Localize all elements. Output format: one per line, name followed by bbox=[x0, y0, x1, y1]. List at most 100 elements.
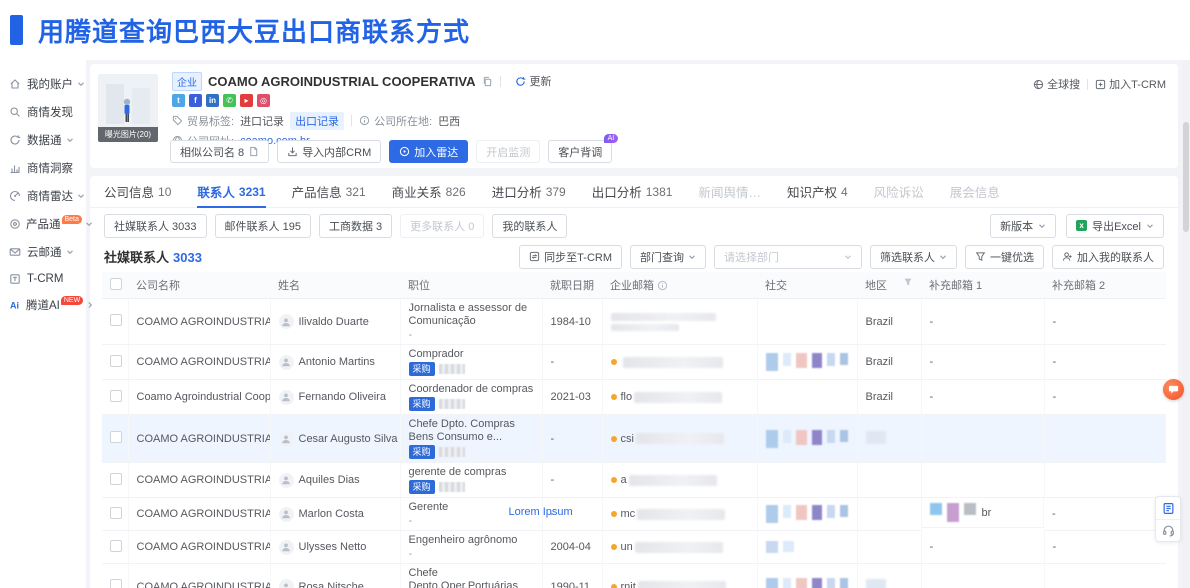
table-row: COAMO AGROINDUSTRIAL COOPERAT...Marlon C… bbox=[102, 498, 1166, 531]
dept-select[interactable]: 请选择部门 bbox=[714, 245, 862, 269]
scrollbar-track[interactable] bbox=[1182, 60, 1190, 588]
social-cell bbox=[757, 463, 857, 498]
tab-lawsuits: 风险诉讼 bbox=[874, 176, 924, 208]
filter-chip-business-data[interactable]: 工商数据 3 bbox=[319, 214, 392, 238]
sidebar-item-biz-insight[interactable]: 商情洞察 bbox=[0, 154, 86, 182]
tab-ip[interactable]: 知识产权4 bbox=[787, 176, 848, 208]
twitter-icon[interactable]: t bbox=[172, 94, 185, 107]
row-checkbox[interactable] bbox=[110, 431, 122, 443]
dept-tag: 采购 bbox=[409, 445, 435, 459]
sidebar-item-product-link[interactable]: 产品通Beta bbox=[0, 210, 86, 238]
filter-chip-email-contacts[interactable]: 邮件联系人 195 bbox=[215, 214, 311, 238]
global-search-button[interactable]: 全球搜 bbox=[1033, 76, 1080, 92]
crm-icon bbox=[9, 272, 22, 285]
email-cell-td bbox=[602, 345, 757, 380]
blurred-email bbox=[635, 542, 723, 553]
similar-company-button[interactable]: 相似公司名 8 bbox=[170, 140, 269, 163]
tag-icon bbox=[172, 115, 183, 126]
social-cell bbox=[757, 415, 857, 463]
linkedin-icon[interactable]: in bbox=[206, 94, 219, 107]
one-click-select-button[interactable]: 一键优选 bbox=[965, 245, 1044, 269]
tab-label: 商业关系 bbox=[392, 182, 442, 201]
add-tcrm-button[interactable]: 加入T-CRM bbox=[1095, 76, 1166, 92]
row-checkbox[interactable] bbox=[110, 507, 122, 519]
blurred-social-icons bbox=[766, 353, 849, 371]
position-cell: Comprador采购 bbox=[400, 345, 542, 380]
tab-import-analysis[interactable]: 进口分析379 bbox=[492, 176, 566, 208]
sidebar-item-my-account[interactable]: 我的账户 bbox=[0, 70, 86, 98]
email-cell-td: a bbox=[602, 463, 757, 498]
row-checkbox[interactable] bbox=[110, 390, 122, 402]
instagram-icon[interactable]: ◎ bbox=[257, 94, 270, 107]
facebook-icon[interactable]: f bbox=[189, 94, 202, 107]
trade-label-export[interactable]: 出口记录 bbox=[290, 112, 344, 130]
filter-contacts-button[interactable]: 筛选联系人 bbox=[870, 245, 957, 269]
row-checkbox[interactable] bbox=[110, 540, 122, 552]
row-select-cell bbox=[102, 498, 128, 531]
sidebar-item-tendata-ai[interactable]: Ai腾道AINEW bbox=[0, 291, 86, 319]
filter-funnel-icon[interactable] bbox=[903, 277, 913, 290]
filter-chip-social-contacts[interactable]: 社媒联系人 3033 bbox=[104, 214, 207, 238]
trade-label-import[interactable]: 进口记录 bbox=[240, 113, 284, 129]
row-checkbox[interactable] bbox=[110, 355, 122, 367]
sidebar-item-label: 商情洞察 bbox=[27, 160, 73, 176]
email-status-dot bbox=[611, 477, 617, 483]
position-cell: Chefe Depto.Oper.Portuárias- bbox=[400, 564, 542, 588]
blurred-tag bbox=[439, 364, 465, 374]
feedback-button[interactable] bbox=[1156, 497, 1180, 519]
tab-bar: 公司信息10 联系人3231 产品信息321 商业关系826 进口分析379 出口分析13… bbox=[90, 176, 1178, 208]
hire-date-cell: - bbox=[542, 463, 602, 498]
row-checkbox[interactable] bbox=[110, 473, 122, 485]
column-header-label: 就职日期 bbox=[550, 280, 594, 292]
filter-chip-my-contacts[interactable]: 我的联系人 bbox=[492, 214, 567, 238]
company-info: 企业 COAMO AGROINDUSTRIAL COOPERATIVA 更新 t… bbox=[172, 72, 1168, 148]
company-photo[interactable]: 曝光图片(20) bbox=[98, 74, 158, 142]
refresh-icon[interactable] bbox=[515, 76, 526, 87]
row-checkbox[interactable] bbox=[110, 579, 122, 588]
chevron-down-icon bbox=[85, 220, 93, 228]
youtube-icon[interactable]: ▸ bbox=[240, 94, 253, 107]
tab-export-analysis[interactable]: 出口分析1381 bbox=[592, 176, 673, 208]
import-crm-button[interactable]: 导入内部CRM bbox=[277, 140, 381, 163]
title-accent-bar bbox=[10, 15, 23, 45]
email-status-dot bbox=[611, 511, 617, 517]
add-radar-button[interactable]: 加入雷达 bbox=[389, 140, 468, 163]
row-checkbox[interactable] bbox=[110, 314, 122, 326]
tab-contacts[interactable]: 联系人3231 bbox=[197, 176, 265, 208]
sync-tcrm-button[interactable]: 同步至T-CRM bbox=[519, 245, 622, 269]
dept-query-button[interactable]: 部门查询 bbox=[630, 245, 706, 269]
watermark-text: Lorem Ipsum bbox=[509, 506, 573, 518]
select-all-checkbox[interactable] bbox=[110, 278, 122, 290]
customer-service-button[interactable] bbox=[1156, 519, 1180, 541]
tab-company-info[interactable]: 公司信息10 bbox=[104, 176, 171, 208]
sidebar-item-t-crm[interactable]: T-CRM bbox=[0, 266, 86, 291]
floating-chat-button[interactable] bbox=[1163, 379, 1184, 400]
blurred-email bbox=[611, 313, 716, 331]
table-row: COAMO AGROINDUSTRIAL COOPERAT...Antonio … bbox=[102, 345, 1166, 380]
radar-dot-icon bbox=[399, 146, 410, 157]
blurred-social-icons bbox=[766, 541, 849, 553]
tab-products[interactable]: 产品信息321 bbox=[292, 176, 366, 208]
scrollbar-thumb[interactable] bbox=[1183, 122, 1189, 232]
refresh-label[interactable]: 更新 bbox=[529, 73, 551, 89]
chevron-down-icon bbox=[939, 253, 947, 261]
whatsapp-icon[interactable]: ✆ bbox=[223, 94, 236, 107]
position-title: Coordenador de compras bbox=[409, 383, 534, 396]
start-monitor-button: 开启监测 bbox=[476, 140, 540, 163]
sidebar-item-data-link[interactable]: 数据通 bbox=[0, 126, 86, 154]
email-prefix: csi bbox=[621, 433, 634, 445]
add-my-contacts-button[interactable]: 加入我的联系人 bbox=[1052, 245, 1164, 269]
position-cell: Engenheiro agrônomo- bbox=[400, 531, 542, 564]
export-excel-button[interactable]: x 导出Excel bbox=[1066, 214, 1164, 238]
sidebar-item-biz-radar[interactable]: 商情雷达 bbox=[0, 182, 86, 210]
version-select[interactable]: 新版本 bbox=[990, 214, 1056, 238]
sidebar-item-label: 商情发现 bbox=[27, 104, 73, 120]
sidebar-item-biz-discover[interactable]: 商情发现 bbox=[0, 98, 86, 126]
customer-background-button[interactable]: 客户背调 AI bbox=[548, 140, 612, 163]
ai-badge: AI bbox=[604, 134, 619, 143]
tab-relations[interactable]: 商业关系826 bbox=[392, 176, 466, 208]
divider bbox=[500, 76, 501, 87]
contact-name-cell: Antonio Martins bbox=[270, 345, 400, 380]
copy-icon[interactable] bbox=[482, 76, 493, 87]
sidebar-item-cloud-mail[interactable]: 云邮通 bbox=[0, 238, 86, 266]
